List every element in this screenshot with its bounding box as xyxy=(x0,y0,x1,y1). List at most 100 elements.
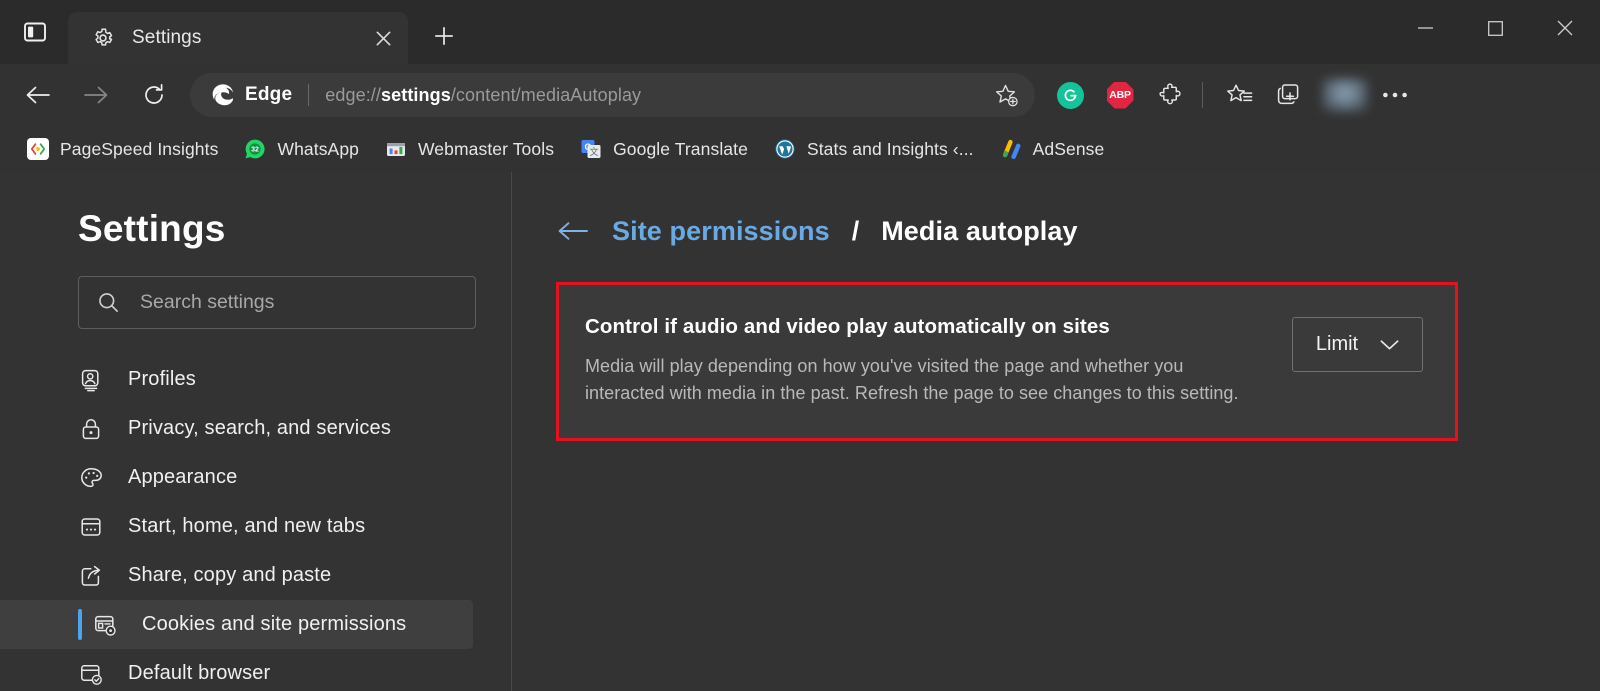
page-title: Settings xyxy=(78,208,226,249)
bookmark-adsense[interactable]: AdSense xyxy=(989,132,1116,166)
forward-button[interactable] xyxy=(74,73,118,117)
settings-page: Settings Search settings Profiles Privac… xyxy=(0,172,1600,691)
grammarly-extension-button[interactable] xyxy=(1047,72,1093,118)
cookies-permissions-icon xyxy=(92,612,118,638)
new-tab-button[interactable] xyxy=(422,14,466,58)
window-controls xyxy=(1390,0,1600,56)
avatar[interactable] xyxy=(1322,78,1368,112)
setting-text-block: Control if audio and video play automati… xyxy=(585,315,1262,408)
edge-browser-window: Settings Edge edge://settings/content/me… xyxy=(0,0,1600,691)
omnibox-divider xyxy=(308,84,310,106)
back-button[interactable] xyxy=(16,73,60,117)
arrow-right-icon xyxy=(84,86,108,104)
bookmark-label: Webmaster Tools xyxy=(418,138,555,159)
arrow-left-icon xyxy=(558,222,588,240)
search-icon xyxy=(99,293,118,312)
more-horizontal-icon xyxy=(1383,92,1407,98)
breadcrumb-parent-link[interactable]: Site permissions xyxy=(612,216,830,247)
wordpress-icon xyxy=(774,138,796,160)
search-placeholder: Search settings xyxy=(140,291,275,313)
close-icon xyxy=(1557,20,1573,36)
bookmark-label: WhatsApp xyxy=(277,138,359,159)
grammarly-icon xyxy=(1056,81,1084,109)
pagespeed-icon xyxy=(27,138,49,160)
bookmark-stats-and-insights[interactable]: Stats and Insights ‹... xyxy=(763,132,985,166)
search-settings-input[interactable]: Search settings xyxy=(78,276,476,329)
star-plus-icon xyxy=(995,84,1018,106)
sidebar-item-appearance[interactable]: Appearance xyxy=(0,453,473,502)
profile-icon xyxy=(78,367,104,393)
palette-icon xyxy=(78,465,104,491)
sidebar-item-label: Start, home, and new tabs xyxy=(128,515,366,537)
tab-settings[interactable]: Settings xyxy=(68,12,408,64)
chevron-down-icon xyxy=(1380,339,1399,349)
puzzle-piece-icon xyxy=(1158,82,1181,104)
svg-text:文: 文 xyxy=(590,146,599,157)
collections-button[interactable] xyxy=(1266,72,1312,118)
settings-nav-list: Profiles Privacy, search, and services A… xyxy=(0,355,511,691)
sidebar-item-label: Default browser xyxy=(128,662,271,684)
plus-icon xyxy=(434,26,454,46)
browser-toolbar: Edge edge://settings/content/mediaAutopl… xyxy=(0,64,1600,126)
address-bar[interactable]: Edge edge://settings/content/mediaAutopl… xyxy=(190,73,1035,117)
default-browser-icon xyxy=(78,661,104,687)
url-text: edge://settings/content/mediaAutoplay xyxy=(325,84,642,105)
bookmark-label: AdSense xyxy=(1032,138,1105,159)
bookmark-label: Google Translate xyxy=(613,138,748,159)
bookmark-whatsapp[interactable]: 32 WhatsApp xyxy=(233,132,370,166)
sidebar-item-cookies-and-site-permissions[interactable]: Cookies and site permissions xyxy=(0,600,473,649)
settings-and-more-button[interactable] xyxy=(1372,72,1418,118)
close-window-button[interactable] xyxy=(1530,0,1600,56)
bookmark-label: PageSpeed Insights xyxy=(60,138,219,159)
toolbar-divider xyxy=(1202,82,1203,108)
bookmark-webmaster-tools[interactable]: Webmaster Tools xyxy=(374,132,565,166)
breadcrumb-current: Media autoplay xyxy=(881,215,1078,246)
sidebar-item-profiles[interactable]: Profiles xyxy=(0,355,473,404)
abp-glyph: ABP xyxy=(1109,89,1131,101)
media-autoplay-setting-card: Control if audio and video play automati… xyxy=(556,282,1458,441)
media-autoplay-dropdown[interactable]: Limit xyxy=(1292,317,1423,372)
whatsapp-icon: 32 xyxy=(244,138,266,160)
sidebar-item-default-browser[interactable]: Default browser xyxy=(0,649,473,691)
dropdown-value: Limit xyxy=(1315,333,1359,355)
sidebar-item-privacy-search-services[interactable]: Privacy, search, and services xyxy=(0,404,473,453)
edge-brand-badge: Edge xyxy=(210,82,292,108)
browser-window-icon xyxy=(78,514,104,540)
breadcrumb: Site permissions / Media autoplay xyxy=(556,214,1540,248)
add-favorite-button[interactable] xyxy=(989,78,1023,112)
edge-brand-label: Edge xyxy=(245,84,293,105)
setting-title: Control if audio and video play automati… xyxy=(585,315,1110,338)
settings-sidebar: Settings Search settings Profiles Privac… xyxy=(0,172,512,691)
bookmark-pagespeed-insights[interactable]: PageSpeed Insights xyxy=(16,132,229,166)
sidebar-item-label: Profiles xyxy=(128,368,196,390)
bookmark-google-translate[interactable]: G 文 Google Translate xyxy=(569,132,759,166)
adsense-icon xyxy=(1000,138,1022,160)
share-icon xyxy=(78,563,104,589)
breadcrumb-separator: / xyxy=(851,215,860,246)
sidebar-panel-icon xyxy=(24,22,46,42)
sidebar-toggle-button[interactable] xyxy=(12,9,58,55)
extensions-button[interactable] xyxy=(1147,72,1193,118)
collections-icon xyxy=(1277,84,1299,105)
webmaster-tools-icon xyxy=(385,138,407,160)
close-icon[interactable] xyxy=(368,23,398,53)
refresh-button[interactable] xyxy=(132,73,176,117)
sidebar-item-share-copy-paste[interactable]: Share, copy and paste xyxy=(0,551,473,600)
favorites-star-icon xyxy=(1226,83,1252,101)
google-translate-icon: G 文 xyxy=(580,138,602,160)
minimize-button[interactable] xyxy=(1390,0,1460,56)
maximize-button[interactable] xyxy=(1460,0,1530,56)
sidebar-item-label: Cookies and site permissions xyxy=(142,613,407,635)
breadcrumb-back-button[interactable] xyxy=(556,214,590,248)
bookmarks-bar: PageSpeed Insights 32 WhatsApp Webmaster… xyxy=(0,126,1600,172)
adblock-plus-extension-button[interactable]: ABP xyxy=(1097,72,1143,118)
gear-icon xyxy=(92,27,114,49)
sidebar-item-start-home-new-tabs[interactable]: Start, home, and new tabs xyxy=(0,502,473,551)
tab-strip: Settings xyxy=(0,0,1600,64)
sidebar-item-label: Privacy, search, and services xyxy=(128,417,391,439)
lock-icon xyxy=(78,416,104,442)
favorites-button[interactable] xyxy=(1216,72,1262,118)
settings-content: Site permissions / Media autoplay Contro… xyxy=(512,172,1600,691)
maximize-icon xyxy=(1487,20,1503,36)
svg-text:32: 32 xyxy=(252,147,260,154)
